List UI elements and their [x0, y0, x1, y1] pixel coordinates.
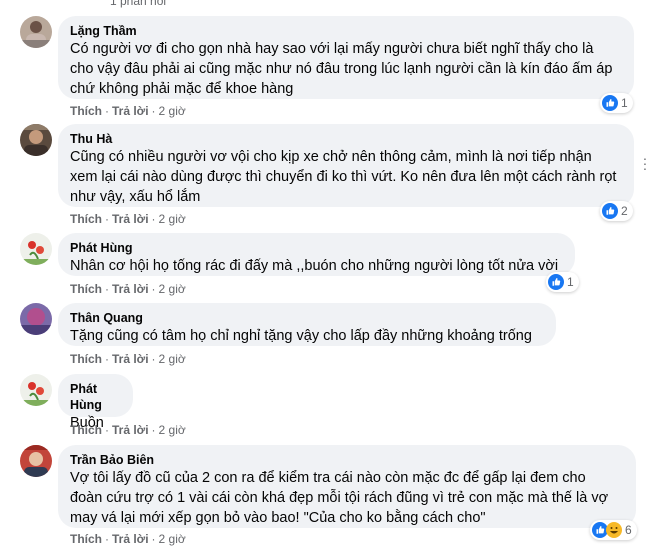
reaction-count: 1: [567, 275, 574, 289]
like-button[interactable]: Thích: [70, 212, 102, 226]
comment-actions: Thích · Trả lời · 2 giờ: [70, 282, 186, 296]
comment-actions: Thích · Trả lời · 2 giờ: [70, 423, 186, 437]
comment-actions: Thích · Trả lời · 2 giờ: [70, 352, 186, 366]
avatar[interactable]: [20, 445, 52, 477]
comment-actions: Thích · Trả lời · 2 giờ: [70, 532, 186, 546]
comment-text: Vợ tôi lấy đồ cũ của 2 con ra để kiểm tr…: [70, 470, 609, 526]
reaction-count: 1: [621, 96, 628, 110]
comment-timestamp[interactable]: 2 giờ: [159, 212, 186, 226]
reply-button[interactable]: Trả lời: [112, 423, 149, 437]
like-button[interactable]: Thích: [70, 423, 102, 437]
avatar[interactable]: [20, 124, 52, 156]
reply-button[interactable]: Trả lời: [112, 104, 149, 118]
like-button[interactable]: Thích: [70, 352, 102, 366]
like-reaction-icon: [602, 95, 618, 111]
reply-button[interactable]: Trả lời: [112, 282, 149, 296]
comment-author[interactable]: Thu Hà: [70, 131, 622, 147]
comment-timestamp[interactable]: 2 giờ: [159, 423, 186, 437]
comment-bubble: Trần Bảo Biên Vợ tôi lấy đồ cũ của 2 con…: [58, 445, 636, 528]
comment-timestamp[interactable]: 2 giờ: [159, 532, 186, 546]
comment-bubble: Lặng Thầm Có người vơ đi cho gọn nhà hay…: [58, 16, 634, 99]
avatar[interactable]: [20, 374, 52, 406]
comment-timestamp[interactable]: 2 giờ: [159, 104, 186, 118]
comment-author[interactable]: Trần Bảo Biên: [70, 452, 624, 468]
comment-author[interactable]: Phát Hùng: [70, 240, 563, 256]
previous-reply-count[interactable]: 1 phản hồi: [110, 0, 166, 8]
comment-author[interactable]: Lặng Thầm: [70, 23, 622, 39]
reaction-summary[interactable]: 1: [600, 93, 633, 113]
avatar[interactable]: [20, 303, 52, 335]
comment-actions: Thích · Trả lời · 2 giờ: [70, 212, 186, 226]
avatar[interactable]: [20, 233, 52, 265]
comment-bubble: Thân Quang Tặng cũng có tâm họ chỉ nghỉ …: [58, 303, 556, 346]
more-options-icon[interactable]: · · ·: [642, 151, 648, 175]
reaction-count: 6: [625, 523, 632, 537]
comment-timestamp[interactable]: 2 giờ: [159, 352, 186, 366]
haha-reaction-icon: [606, 522, 622, 538]
comment-actions: Thích · Trả lời · 2 giờ: [70, 104, 186, 118]
reaction-summary[interactable]: 6: [590, 520, 637, 540]
like-reaction-icon: [602, 203, 618, 219]
like-reaction-icon: [548, 274, 564, 290]
comment-timestamp[interactable]: 2 giờ: [159, 282, 186, 296]
comment-text: Có người vơ đi cho gọn nhà hay sao với l…: [70, 41, 613, 97]
comment-author[interactable]: Phát Hùng: [70, 381, 121, 413]
reaction-count: 2: [621, 204, 628, 218]
like-button[interactable]: Thích: [70, 104, 102, 118]
reaction-summary[interactable]: 2: [600, 201, 633, 221]
comment-bubble: Phát Hùng Buồn: [58, 374, 133, 431]
comment-author[interactable]: Thân Quang: [70, 310, 544, 326]
comment-text: Tặng cũng có tâm họ chỉ nghỉ tặng vậy ch…: [70, 328, 532, 344]
like-button[interactable]: Thích: [70, 282, 102, 296]
reaction-summary[interactable]: 1: [546, 272, 579, 292]
comment-bubble: Phát Hùng Nhân cơ hội họ tống rác đi đấy…: [58, 233, 575, 276]
comment-text: Cũng có nhiều người vơ vội cho kịp xe ch…: [70, 149, 617, 205]
reply-button[interactable]: Trả lời: [112, 212, 149, 226]
avatar[interactable]: [20, 16, 52, 48]
like-button[interactable]: Thích: [70, 532, 102, 546]
comment-bubble: Thu Hà Cũng có nhiều người vơ vội cho kị…: [58, 124, 634, 207]
reply-button[interactable]: Trả lời: [112, 532, 149, 546]
reply-button[interactable]: Trả lời: [112, 352, 149, 366]
comment-text: Nhân cơ hội họ tống rác đi đấy mà ,,buón…: [70, 258, 559, 274]
